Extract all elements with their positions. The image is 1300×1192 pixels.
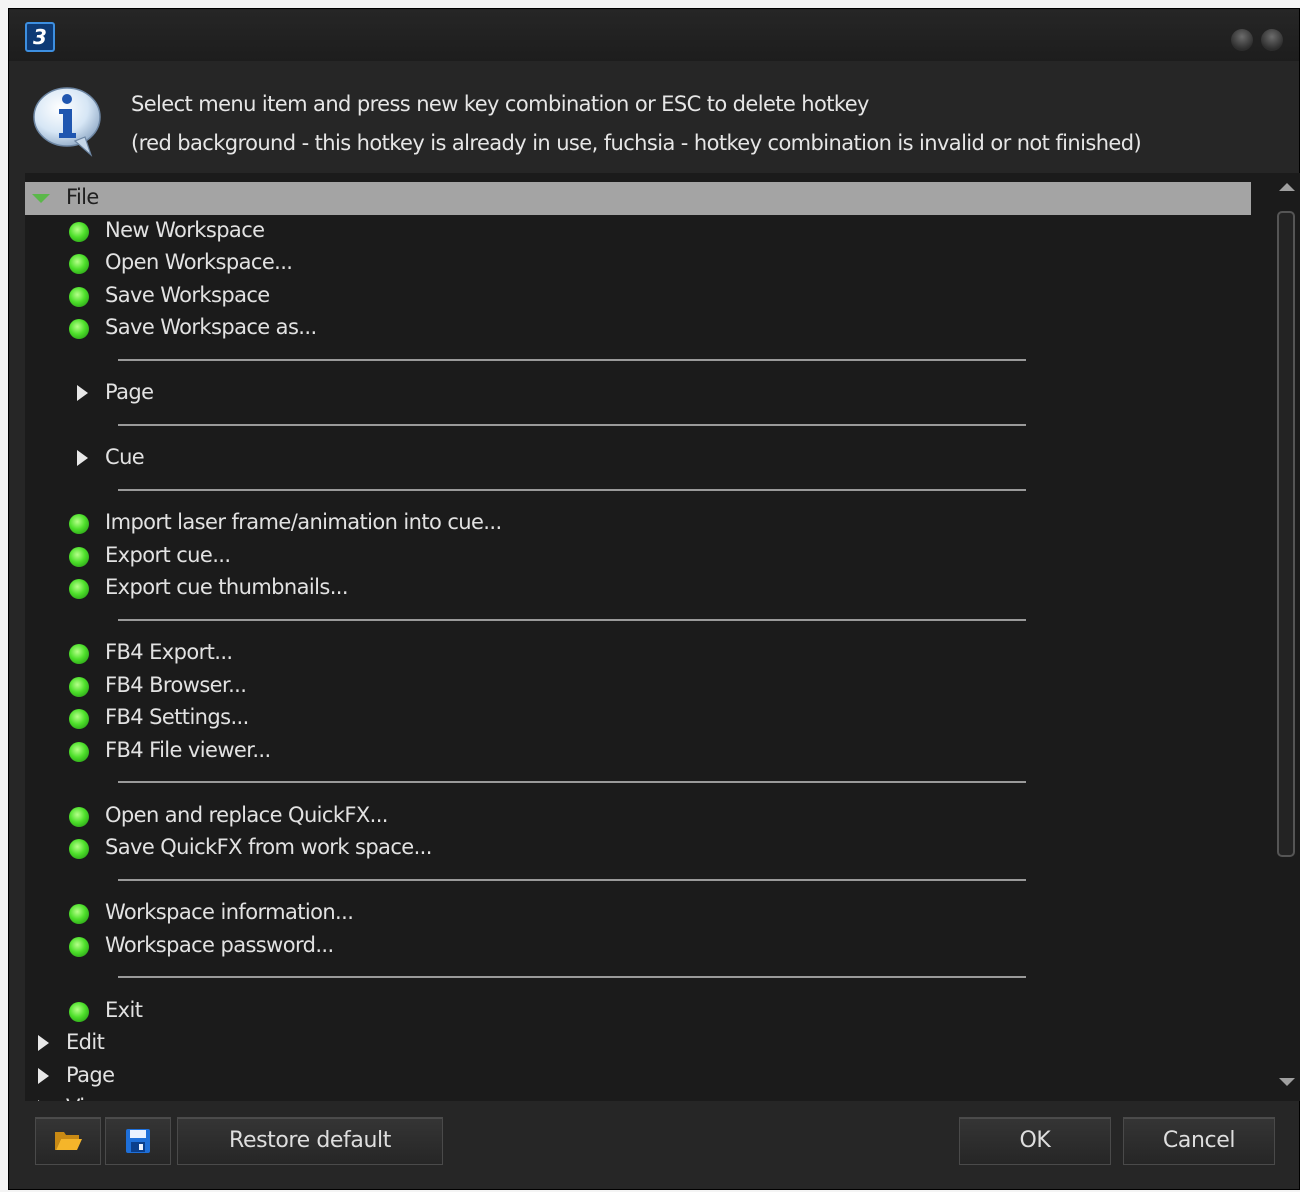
scroll-up-arrow-icon[interactable] <box>1279 183 1295 191</box>
tree-item-label: Import laser frame/animation into cue... <box>105 510 502 534</box>
scroll-down-arrow-icon[interactable] <box>1279 1078 1295 1086</box>
ok-button[interactable]: OK <box>959 1117 1111 1165</box>
tree-item-open-workspace[interactable]: Open Workspace... <box>25 247 1251 280</box>
tree-item-fb4-export[interactable]: FB4 Export... <box>25 637 1251 670</box>
menu-separator <box>118 618 1026 621</box>
menu-separator <box>118 878 1026 881</box>
tree-item-export-cue-thumbnails[interactable]: Export cue thumbnails... <box>25 572 1251 605</box>
collapsed-arrow-icon[interactable] <box>77 450 88 466</box>
green-bullet-icon <box>69 839 89 859</box>
info-text-line-1: Select menu item and press new key combi… <box>131 92 869 116</box>
green-bullet-icon <box>69 546 89 567</box>
tree-item-fb4-settings[interactable]: FB4 Settings... <box>25 702 1251 735</box>
tree-group-edit[interactable]: Edit <box>25 1027 1251 1060</box>
title-bar: 3 <box>9 9 1299 61</box>
tree-group-view[interactable]: View <box>25 1092 1251 1101</box>
tree-item-label: Workspace password... <box>105 932 334 957</box>
green-bullet-icon <box>69 254 89 274</box>
green-bullet-icon <box>69 286 89 307</box>
green-bullet-icon <box>69 936 89 957</box>
tree-item-label: Export cue... <box>105 542 231 567</box>
restore-default-button[interactable]: Restore default <box>177 1117 443 1165</box>
tree-submenu-label: Cue <box>105 445 145 469</box>
tree-item-label: Export cue thumbnails... <box>105 575 349 599</box>
tree-item-save-quickfx-from-work-space[interactable]: Save QuickFX from work space... <box>25 832 1251 865</box>
tree-item-new-workspace[interactable]: New Workspace <box>25 215 1251 248</box>
green-bullet-icon <box>69 709 89 729</box>
open-hotkeys-button[interactable] <box>35 1117 101 1165</box>
green-bullet-icon <box>69 579 89 599</box>
tree-submenu-label: Page <box>105 380 154 404</box>
collapsed-arrow-icon[interactable] <box>38 1067 49 1084</box>
green-bullet-icon <box>69 514 89 534</box>
folder-open-icon <box>55 1132 82 1150</box>
vertical-scrollbar[interactable] <box>1271 173 1300 1101</box>
menu-separator <box>118 976 1026 978</box>
green-bullet-icon <box>69 319 89 339</box>
hotkeys-dialog: 3 Select menu item and press new key com… <box>8 8 1300 1190</box>
tree-item-fb4-browser[interactable]: FB4 Browser... <box>25 670 1251 703</box>
tree-item-exit[interactable]: Exit <box>25 995 1251 1028</box>
tree-item-label: Save Workspace <box>105 282 270 307</box>
tree-group-label: Page <box>66 1062 115 1087</box>
tree-item-label: FB4 Settings... <box>105 705 249 729</box>
info-icon <box>33 87 101 157</box>
green-bullet-icon <box>69 1001 89 1022</box>
tree-item-save-workspace-as[interactable]: Save Workspace as... <box>25 312 1251 345</box>
cancel-button[interactable]: Cancel <box>1123 1117 1275 1165</box>
green-bullet-icon <box>69 221 89 242</box>
tree-item-label: Save QuickFX from work space... <box>105 835 432 859</box>
collapsed-arrow-icon[interactable] <box>38 1100 49 1101</box>
scroll-thumb[interactable] <box>1277 211 1295 857</box>
info-panel: Select menu item and press new key combi… <box>9 61 1299 171</box>
collapsed-arrow-icon[interactable] <box>38 1035 49 1051</box>
tree-group-label: Edit <box>66 1030 105 1054</box>
tree-item-label: FB4 Browser... <box>105 672 247 697</box>
tree-item-label: Exit <box>105 997 143 1022</box>
tree-item-open-and-replace-quickfx[interactable]: Open and replace QuickFX... <box>25 800 1251 833</box>
menu-separator <box>118 423 1026 426</box>
floppy-disk-icon <box>126 1129 150 1153</box>
tree-item-label: Save Workspace as... <box>105 315 317 339</box>
tree-item-label: Open Workspace... <box>105 250 293 274</box>
minimize-icon[interactable] <box>1231 29 1253 51</box>
menu-separator <box>118 488 1026 491</box>
green-bullet-icon <box>69 644 89 664</box>
tree-item-export-cue[interactable]: Export cue... <box>25 540 1251 573</box>
close-icon[interactable] <box>1261 29 1283 51</box>
tree-submenu-cue[interactable]: Cue <box>25 442 1251 475</box>
green-bullet-icon <box>69 741 89 762</box>
green-bullet-icon <box>69 904 89 924</box>
menu-separator <box>118 358 1026 361</box>
menu-separator <box>118 781 1026 783</box>
tree-item-workspace-information[interactable]: Workspace information... <box>25 897 1251 930</box>
expanded-arrow-icon[interactable] <box>32 194 50 203</box>
green-bullet-icon <box>69 806 89 827</box>
collapsed-arrow-icon[interactable] <box>77 385 88 401</box>
tree-group-file[interactable]: File <box>25 182 1251 215</box>
tree-item-label: FB4 File viewer... <box>105 737 271 762</box>
tree-item-label: Workspace information... <box>105 900 354 924</box>
tree-item-fb4-file-viewer[interactable]: FB4 File viewer... <box>25 735 1251 768</box>
tree-group-label: View <box>66 1095 114 1101</box>
hotkey-menu-tree[interactable]: File New Workspace Open Workspace... Save W… <box>25 173 1300 1101</box>
tree-item-label: Open and replace QuickFX... <box>105 802 388 827</box>
tree-group-page[interactable]: Page <box>25 1060 1251 1093</box>
tree-item-workspace-password[interactable]: Workspace password... <box>25 930 1251 963</box>
tree-group-label: File <box>66 185 99 209</box>
info-text-line-2: (red background - this hotkey is already… <box>131 131 1142 155</box>
green-bullet-icon <box>69 676 89 697</box>
tree-item-label: FB4 Export... <box>105 640 233 664</box>
tree-item-label: New Workspace <box>105 217 265 242</box>
tree-item-save-workspace[interactable]: Save Workspace <box>25 280 1251 313</box>
save-hotkeys-button[interactable] <box>105 1117 171 1165</box>
app-logo-icon: 3 <box>25 22 55 52</box>
tree-submenu-page[interactable]: Page <box>25 377 1251 410</box>
tree-item-import-laser-frame-animation-into-cue[interactable]: Import laser frame/animation into cue... <box>25 507 1251 540</box>
